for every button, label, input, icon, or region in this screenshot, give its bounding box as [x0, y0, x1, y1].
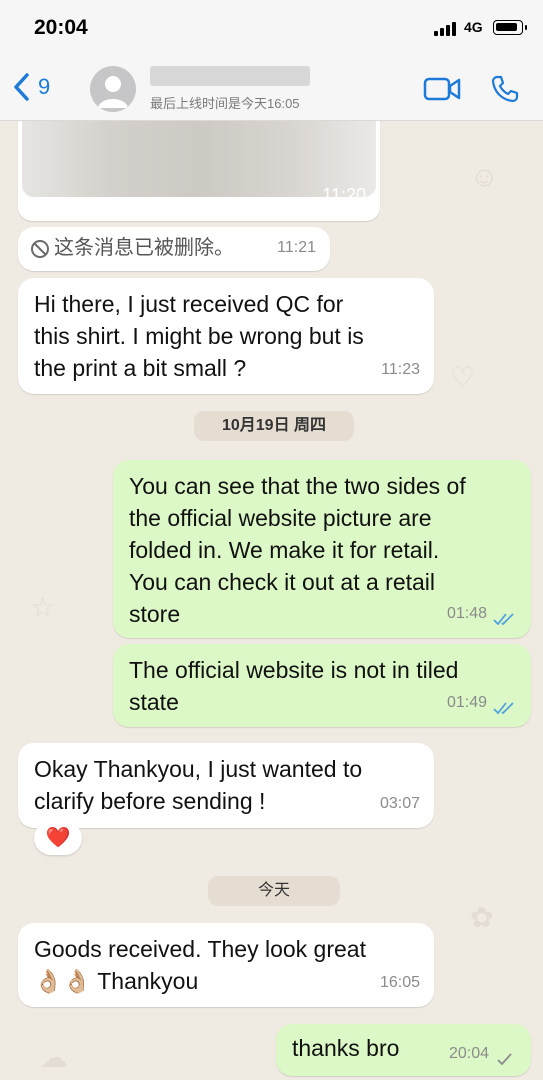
image-message[interactable]: 11:20 — [18, 121, 380, 221]
heart-reaction: ❤️ — [45, 827, 71, 849]
message-time: 01:49 — [446, 694, 487, 711]
deleted-icon — [31, 240, 49, 258]
last-seen: 最后上线时间是今天16:05 — [150, 96, 300, 111]
message-time: 11:21 — [277, 239, 316, 256]
contact-name-blurred[interactable] — [150, 66, 310, 86]
unread-count: 9 — [38, 74, 51, 99]
ok-hand-emoji: 👌🏼👌🏼 — [34, 968, 92, 994]
message-time: 20:04 — [448, 1045, 489, 1062]
message-text: Hi there, I just received QC for this sh… — [34, 291, 364, 381]
sent-tick-icon — [497, 1053, 512, 1066]
incoming-message[interactable]: Hi there, I just received QC for this sh… — [18, 278, 434, 394]
read-ticks-icon — [493, 613, 514, 626]
reaction-badge[interactable]: ❤️ — [34, 821, 82, 855]
video-call-icon[interactable] — [423, 76, 461, 102]
chat-header: 9 最后上线时间是今天16:05 — [0, 56, 543, 121]
incoming-message[interactable]: Goods received. They look great 👌🏼👌🏼 Tha… — [18, 923, 434, 1007]
person-icon — [98, 76, 128, 108]
outgoing-message[interactable]: thanks bro 20:04 — [276, 1024, 531, 1076]
wallpaper-doodle: ♡ — [450, 362, 476, 393]
message-text: Okay Thankyou, I just wanted to clarify … — [34, 756, 363, 814]
chat-area[interactable]: ☺ ♡ ☆ ✿ ☁ 11:20 这条消息已被删除。 11:21 Hi there… — [0, 121, 543, 1080]
outgoing-message[interactable]: The official website is not in tiled sta… — [113, 644, 531, 727]
phone-icon[interactable] — [490, 74, 520, 104]
network-type: 4G — [464, 19, 483, 35]
battery-icon — [493, 20, 527, 35]
wallpaper-doodle: ☆ — [30, 592, 56, 623]
deleted-message[interactable]: 这条消息已被删除。 11:21 — [18, 227, 330, 271]
message-text-line2: 👌🏼👌🏼 Thankyou — [34, 965, 198, 997]
message-text-thankyou: Thankyou — [91, 968, 199, 994]
signal-icon — [434, 22, 458, 36]
status-time: 20:04 — [34, 16, 88, 39]
date-separator: 10月19日 周四 — [194, 411, 354, 441]
message-text: thanks bro — [292, 1035, 400, 1061]
back-button[interactable]: 9 — [12, 72, 50, 102]
date-separator: 今天 — [208, 876, 340, 906]
message-text: The official website is not in tiled sta… — [129, 657, 459, 715]
wallpaper-doodle: ☁ — [40, 1042, 68, 1073]
message-time: 11:20 — [322, 185, 366, 205]
avatar[interactable] — [90, 66, 136, 112]
deleted-text: 这条消息已被删除。 — [54, 237, 234, 259]
read-ticks-icon — [493, 702, 514, 715]
message-time: 03:07 — [379, 795, 420, 812]
chevron-left-icon — [14, 73, 29, 101]
wallpaper-doodle: ☺ — [470, 161, 499, 192]
incoming-message[interactable]: Okay Thankyou, I just wanted to clarify … — [18, 743, 434, 828]
message-time: 11:23 — [381, 361, 420, 378]
outgoing-message[interactable]: You can see that the two sides of the of… — [113, 460, 531, 638]
message-text-line1: Goods received. They look great — [34, 936, 366, 962]
status-bar: 20:04 4G — [0, 0, 543, 56]
message-time: 01:48 — [446, 605, 487, 622]
message-time: 16:05 — [379, 974, 420, 991]
message-text: You can see that the two sides of the of… — [129, 473, 466, 627]
wallpaper-doodle: ✿ — [470, 902, 494, 933]
